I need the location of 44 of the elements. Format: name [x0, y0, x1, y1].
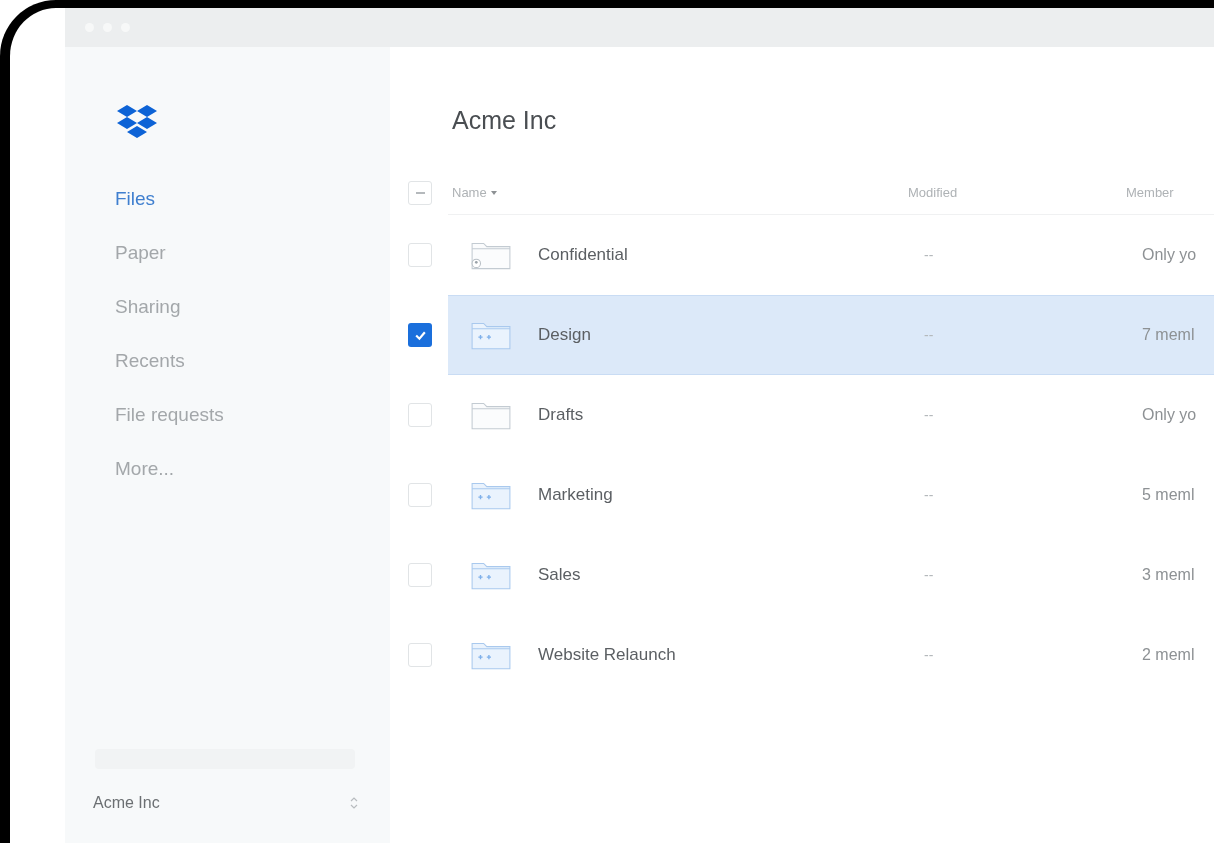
table-row[interactable]: Sales -- 3 meml — [448, 535, 1214, 615]
table-row[interactable]: Website Relaunch -- 2 meml — [448, 615, 1214, 695]
checkbox[interactable] — [408, 181, 432, 205]
modified-cell-text: -- — [924, 485, 935, 505]
column-header[interactable]: Modified — [908, 183, 1126, 203]
sidebar-item[interactable]: Paper — [115, 239, 390, 265]
sidebar-item[interactable]: Files — [115, 185, 390, 211]
checkbox[interactable] — [408, 243, 432, 267]
modified-cell-text: -- — [924, 405, 935, 425]
table-row[interactable]: Confidential -- Only yo — [448, 215, 1214, 295]
members-cell-text: 3 meml — [1142, 565, 1195, 585]
modified-cell-text: -- — [924, 565, 935, 585]
checkbox[interactable] — [408, 643, 432, 667]
folder-name: Drafts — [538, 404, 584, 427]
account-switcher[interactable]: Acme Inc — [93, 791, 358, 815]
table-row[interactable]: Marketing -- 5 meml — [448, 455, 1214, 535]
members-cell-text: 5 meml — [1142, 485, 1195, 505]
sidebar-item[interactable]: File requests — [115, 401, 390, 427]
table-row[interactable]: Design -- 7 meml — [448, 295, 1214, 375]
members-cell-text: 7 meml — [1142, 325, 1195, 345]
column-header[interactable]: Name — [432, 183, 908, 203]
modified-cell-text: -- — [924, 245, 935, 265]
column-header[interactable]: Member — [1126, 183, 1214, 203]
folder-name: Website Relaunch — [538, 644, 676, 667]
folder-name: Marketing — [538, 484, 613, 507]
chevron-up-down-icon — [350, 796, 358, 810]
sidebar-item[interactable]: Recents — [115, 347, 390, 373]
checkbox[interactable] — [408, 323, 432, 347]
modified-cell-text: -- — [924, 645, 935, 665]
account-name: Acme Inc — [93, 793, 160, 813]
folder-name: Sales — [538, 564, 581, 587]
modified-cell-text: -- — [924, 325, 935, 345]
folder-name: Design — [538, 324, 591, 347]
members-cell-text: 2 meml — [1142, 645, 1195, 665]
checkbox[interactable] — [408, 483, 432, 507]
page-title: Acme Inc — [452, 105, 558, 136]
folder-name: Confidential — [538, 244, 628, 267]
checkbox[interactable] — [408, 563, 432, 587]
table-row[interactable]: Drafts -- Only yo — [448, 375, 1214, 455]
members-cell-text: Only yo — [1142, 245, 1197, 265]
members-cell-text: Only yo — [1142, 405, 1197, 425]
sidebar-item[interactable]: More... — [115, 455, 390, 481]
checkbox[interactable] — [408, 403, 432, 427]
sidebar-item[interactable]: Sharing — [115, 293, 390, 319]
